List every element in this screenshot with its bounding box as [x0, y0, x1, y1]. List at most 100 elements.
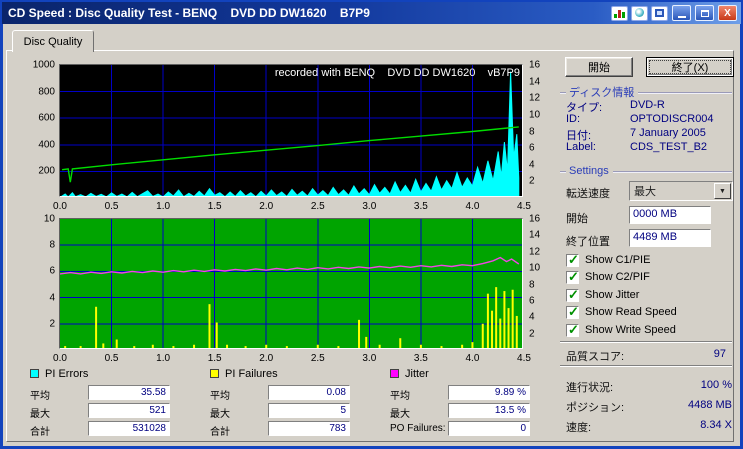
stat-row: 合計 531028 — [30, 421, 202, 439]
disc-date-value: 7 January 2005 — [630, 127, 706, 139]
start-position-value: 0000 MB — [633, 208, 678, 220]
speed-label: 速度: — [566, 422, 592, 434]
disc-label-label: Label: — [566, 141, 596, 153]
stat-label: 合計 — [210, 427, 230, 438]
disc-info-header: ディスク情報 — [560, 84, 732, 100]
start-position-label: 開始 — [566, 213, 588, 225]
pi-errors-average-value: 35.58 — [88, 385, 170, 400]
stat-row: 平均 9.89 % — [390, 385, 562, 403]
stat-label: 合計 — [30, 427, 50, 438]
checkbox-box[interactable] — [566, 304, 579, 320]
pi-errors-total-value: 531028 — [88, 421, 170, 436]
window-pane-icon[interactable] — [651, 5, 668, 21]
pi-errors-max-value: 521 — [88, 403, 170, 418]
pi-failures-stats: PI Failures 平均 0.08 最大 5 合計 783 — [210, 367, 382, 439]
start-button[interactable]: 開始 — [565, 57, 633, 77]
stat-row: 合計 783 — [210, 421, 382, 439]
bottom-chart — [59, 218, 523, 349]
checkbox-box[interactable] — [566, 322, 579, 338]
checkbox-show-read-speed[interactable]: Show Read Speed — [566, 304, 677, 320]
start-position-field[interactable]: 0000 MB — [629, 206, 711, 224]
speed-value: 8.34 X — [700, 419, 732, 431]
transfer-speed-select[interactable]: 最大 ▼ — [629, 181, 733, 201]
jitter-legend-label: Jitter — [405, 367, 429, 380]
quality-score-value: 97 — [713, 348, 726, 360]
exit-button[interactable]: 終了(X) — [646, 57, 734, 77]
stat-row: 最大 521 — [30, 403, 202, 421]
pi-failures-average-value: 0.08 — [268, 385, 350, 400]
settings-header: Settings — [560, 165, 732, 177]
disc-id-label: ID: — [566, 113, 581, 125]
checkbox-label: Show Jitter — [585, 289, 640, 301]
progress-label: 進行状況: — [566, 382, 614, 394]
end-position-value: 4489 MB — [633, 231, 678, 243]
position-label: ポジション: — [566, 402, 625, 414]
quality-score-label: 品質スコア: — [566, 351, 625, 363]
titlebar-buttons: X — [611, 5, 737, 21]
checkbox-box[interactable] — [566, 252, 579, 268]
progress-value: 100 % — [700, 379, 732, 391]
window-content: Disc Quality recorded with BENQ DVD DD D… — [3, 24, 740, 446]
close-button[interactable]: X — [718, 5, 737, 21]
transfer-speed-value: 最大 — [634, 186, 656, 198]
combo-dropdown-button[interactable]: ▼ — [714, 183, 731, 199]
checkbox-label: Show Read Speed — [585, 306, 677, 318]
stat-row: 平均 35.58 — [30, 385, 202, 403]
chart-icon[interactable] — [611, 5, 628, 21]
tab-disc-quality[interactable]: Disc Quality — [12, 30, 94, 52]
checkbox-box[interactable] — [566, 269, 579, 285]
chart-note: recorded with BENQ DVD DD DW1620 vB7P9 — [274, 67, 520, 79]
checkbox-label: Show Write Speed — [585, 324, 676, 336]
stat-label: 最大 — [30, 409, 50, 420]
transfer-speed-label: 転送速度 — [566, 188, 610, 200]
title-bar: CD Speed : Disc Quality Test - BENQ DVD … — [2, 2, 741, 24]
stat-label: 最大 — [390, 409, 410, 420]
checkbox-show-c1-pie[interactable]: Show C1/PIE — [566, 252, 651, 268]
disc-id-value: OPTODISCR004 — [630, 113, 714, 125]
stat-row: 最大 13.5 % — [390, 403, 562, 421]
pi-errors-swatch — [30, 369, 39, 378]
jitter-max-value: 13.5 % — [448, 403, 530, 418]
checkbox-show-write-speed[interactable]: Show Write Speed — [566, 322, 676, 338]
pi-errors-stats: PI Errors 平均 35.58 最大 521 合計 531028 — [30, 367, 202, 439]
checkbox-show-c2-pif[interactable]: Show C2/PIF — [566, 269, 650, 285]
tab-label: Disc Quality — [23, 35, 83, 48]
separator — [560, 365, 732, 366]
checkbox-box[interactable] — [566, 287, 579, 303]
stat-label: 平均 — [30, 391, 50, 402]
stat-row: 最大 5 — [210, 403, 382, 421]
bottom-chart-right-axis: 16 14 12 10 8 6 4 2 — [529, 213, 541, 340]
app-window: CD Speed : Disc Quality Test - BENQ DVD … — [0, 0, 743, 449]
jitter-legend: Jitter — [390, 367, 562, 380]
end-position-label: 終了位置 — [566, 236, 610, 248]
pi-errors-legend-label: PI Errors — [45, 367, 89, 380]
disc-info-header-label: ディスク情報 — [569, 87, 635, 99]
top-chart-x-axis: 0.0 0.5 1.0 1.5 2.0 2.5 3.0 3.5 4.0 4.5 — [53, 201, 531, 212]
stat-label: 最大 — [210, 409, 230, 420]
right-panel: 開始 終了(X) ディスク情報 タイプ: DVD-R ID: OPTODISCR… — [558, 54, 736, 446]
stat-label: 平均 — [210, 391, 230, 402]
jitter-swatch — [390, 369, 399, 378]
jitter-average-value: 9.89 % — [448, 385, 530, 400]
separator — [560, 341, 732, 342]
stat-label: PO Failures: — [390, 423, 446, 434]
pi-failures-total-value: 783 — [268, 421, 350, 436]
pi-failures-max-value: 5 — [268, 403, 350, 418]
checkbox-label: Show C1/PIE — [585, 254, 651, 266]
chevron-down-icon: ▼ — [719, 187, 726, 195]
window-title: CD Speed : Disc Quality Test - BENQ DVD … — [8, 6, 370, 20]
minimize-button[interactable] — [672, 5, 691, 21]
end-position-field[interactable]: 4489 MB — [629, 229, 711, 247]
disc-icon[interactable] — [631, 5, 648, 21]
maximize-button[interactable] — [695, 5, 714, 21]
pi-failures-legend: PI Failures — [210, 367, 382, 380]
stat-row: PO Failures: 0 — [390, 421, 562, 439]
pi-failures-legend-label: PI Failures — [225, 367, 278, 380]
position-value: 4488 MB — [687, 399, 732, 411]
checkbox-show-jitter[interactable]: Show Jitter — [566, 287, 640, 303]
po-failures-value: 0 — [448, 421, 530, 436]
disc-type-value: DVD-R — [630, 99, 665, 111]
jitter-stats: Jitter 平均 9.89 % 最大 13.5 % PO Failures: 0 — [390, 367, 562, 439]
checkbox-label: Show C2/PIF — [585, 271, 650, 283]
stat-label: 平均 — [390, 391, 410, 402]
